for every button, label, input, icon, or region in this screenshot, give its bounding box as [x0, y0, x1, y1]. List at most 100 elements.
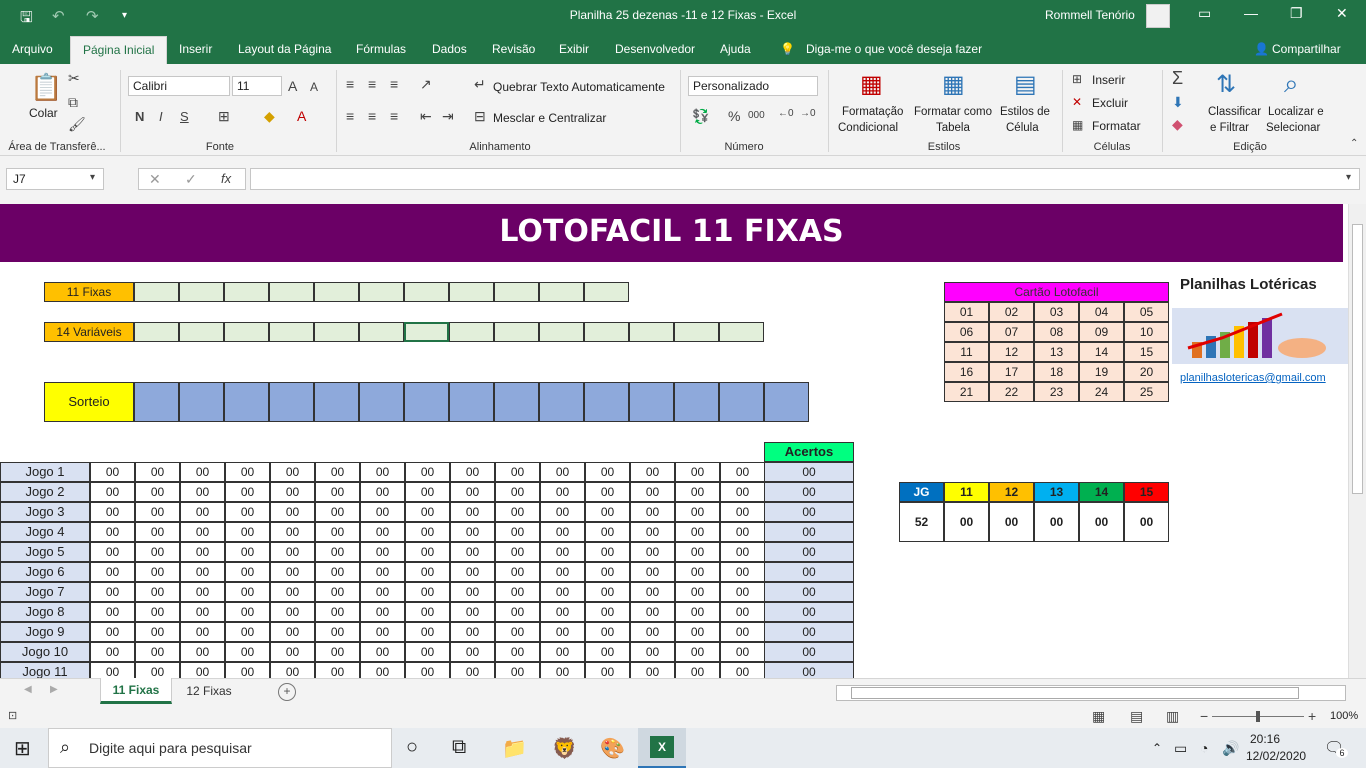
table-cell[interactable]: 00: [540, 602, 585, 622]
fixas-input-cell[interactable]: [584, 282, 629, 302]
enter-icon[interactable]: ✓: [185, 171, 197, 188]
table-cell[interactable]: 00: [405, 542, 450, 562]
format-painter-icon[interactable]: 🖌: [68, 116, 86, 133]
acertos-cell[interactable]: 00: [764, 522, 854, 542]
table-cell[interactable]: 00: [540, 462, 585, 482]
table-cell[interactable]: 00: [315, 502, 360, 522]
sorteio-input-cell[interactable]: [269, 382, 314, 422]
table-cell[interactable]: 00: [495, 642, 540, 662]
table-cell[interactable]: 00: [720, 542, 765, 562]
tab-pagina-inicial[interactable]: Página Inicial: [70, 36, 168, 64]
table-cell[interactable]: 00: [225, 502, 270, 522]
sorteio-input-cell[interactable]: [764, 382, 809, 422]
zoom-in-icon[interactable]: +: [1308, 708, 1316, 724]
table-cell[interactable]: 00: [720, 602, 765, 622]
summary-value[interactable]: 52: [899, 502, 944, 542]
table-cell[interactable]: 00: [585, 582, 630, 602]
align-middle-icon[interactable]: ≡: [368, 76, 376, 92]
normal-view-icon[interactable]: ▦: [1092, 708, 1105, 725]
table-cell[interactable]: 00: [540, 642, 585, 662]
acertos-header[interactable]: Acertos: [764, 442, 854, 462]
horizontal-scrollbar[interactable]: [836, 685, 1346, 701]
cartao-number[interactable]: 12: [989, 342, 1034, 362]
fixas-input-cell[interactable]: [539, 282, 584, 302]
fixas-label[interactable]: 11 Fixas: [44, 282, 134, 302]
tab-ajuda[interactable]: Ajuda: [720, 42, 751, 56]
table-cell[interactable]: 00: [675, 482, 720, 502]
scrollbar-thumb[interactable]: [1352, 224, 1363, 494]
increase-font-icon[interactable]: A: [288, 78, 297, 94]
table-cell[interactable]: 00: [540, 502, 585, 522]
table-cell[interactable]: 00: [135, 462, 180, 482]
table-cell[interactable]: 00: [315, 622, 360, 642]
delete-cells-icon[interactable]: ✕: [1072, 95, 1082, 109]
hscroll-thumb[interactable]: [851, 687, 1299, 699]
paint-icon[interactable]: 🎨: [600, 736, 625, 761]
sorteio-input-cell[interactable]: [134, 382, 179, 422]
format-cells-button[interactable]: Formatar: [1092, 119, 1141, 133]
acertos-cell[interactable]: 00: [764, 542, 854, 562]
table-cell[interactable]: 00: [450, 482, 495, 502]
table-cell[interactable]: 00: [270, 542, 315, 562]
summary-value[interactable]: 00: [944, 502, 989, 542]
table-row-label[interactable]: Jogo 9: [0, 622, 90, 642]
table-cell[interactable]: 00: [495, 542, 540, 562]
acertos-cell[interactable]: 00: [764, 502, 854, 522]
increase-indent-icon[interactable]: ⇥: [442, 108, 454, 125]
summary-header[interactable]: 11: [944, 482, 989, 502]
align-bottom-icon[interactable]: ≡: [390, 76, 398, 92]
table-cell[interactable]: 00: [90, 482, 135, 502]
table-cell[interactable]: 00: [405, 462, 450, 482]
task-view-icon[interactable]: ⧉: [452, 736, 466, 759]
fixas-input-cell[interactable]: [179, 282, 224, 302]
table-cell[interactable]: 00: [270, 582, 315, 602]
table-cell[interactable]: 00: [495, 602, 540, 622]
cartao-number[interactable]: 13: [1034, 342, 1079, 362]
table-cell[interactable]: 00: [180, 522, 225, 542]
sorteio-input-cell[interactable]: [494, 382, 539, 422]
table-cell[interactable]: 00: [495, 522, 540, 542]
cartao-number[interactable]: 02: [989, 302, 1034, 322]
table-cell[interactable]: 00: [315, 642, 360, 662]
table-cell[interactable]: 00: [360, 562, 405, 582]
font-color-icon[interactable]: A: [297, 108, 306, 124]
table-cell[interactable]: 00: [135, 502, 180, 522]
acertos-cell[interactable]: 00: [764, 482, 854, 502]
table-row-label[interactable]: Jogo 2: [0, 482, 90, 502]
table-cell[interactable]: 00: [585, 602, 630, 622]
table-cell[interactable]: 00: [675, 522, 720, 542]
table-cell[interactable]: 00: [225, 602, 270, 622]
table-cell[interactable]: 00: [180, 642, 225, 662]
table-cell[interactable]: 00: [540, 622, 585, 642]
table-cell[interactable]: 00: [675, 582, 720, 602]
vertical-scrollbar[interactable]: [1348, 204, 1366, 678]
table-cell[interactable]: 00: [630, 642, 675, 662]
table-cell[interactable]: 00: [315, 602, 360, 622]
acertos-cell[interactable]: 00: [764, 622, 854, 642]
sorteio-input-cell[interactable]: [314, 382, 359, 422]
table-cell[interactable]: 00: [405, 582, 450, 602]
page-break-icon[interactable]: ▥: [1166, 708, 1179, 725]
summary-value[interactable]: 00: [1034, 502, 1079, 542]
table-cell[interactable]: 00: [675, 622, 720, 642]
find-select-icon[interactable]: ⌕: [1284, 68, 1299, 100]
variaveis-input-cell[interactable]: [449, 322, 494, 342]
acertos-cell[interactable]: 00: [764, 662, 854, 678]
user-name[interactable]: Rommell Tenório: [1045, 8, 1135, 22]
excel-taskbar-button[interactable]: X: [638, 728, 686, 768]
table-cell[interactable]: 00: [630, 462, 675, 482]
cell-styles-label1[interactable]: Estilos de: [1000, 106, 1050, 118]
table-cell[interactable]: 00: [405, 522, 450, 542]
table-cell[interactable]: 00: [225, 562, 270, 582]
cartao-number[interactable]: 20: [1124, 362, 1169, 382]
table-cell[interactable]: 00: [450, 582, 495, 602]
table-row-label[interactable]: Jogo 3: [0, 502, 90, 522]
table-cell[interactable]: 00: [540, 522, 585, 542]
table-cell[interactable]: 00: [360, 482, 405, 502]
table-cell[interactable]: 00: [315, 582, 360, 602]
sort-filter-label1[interactable]: Classificar: [1208, 106, 1261, 118]
align-top-icon[interactable]: ≡: [346, 76, 354, 92]
sorteio-input-cell[interactable]: [224, 382, 269, 422]
table-cell[interactable]: 00: [360, 522, 405, 542]
table-cell[interactable]: 00: [630, 662, 675, 678]
